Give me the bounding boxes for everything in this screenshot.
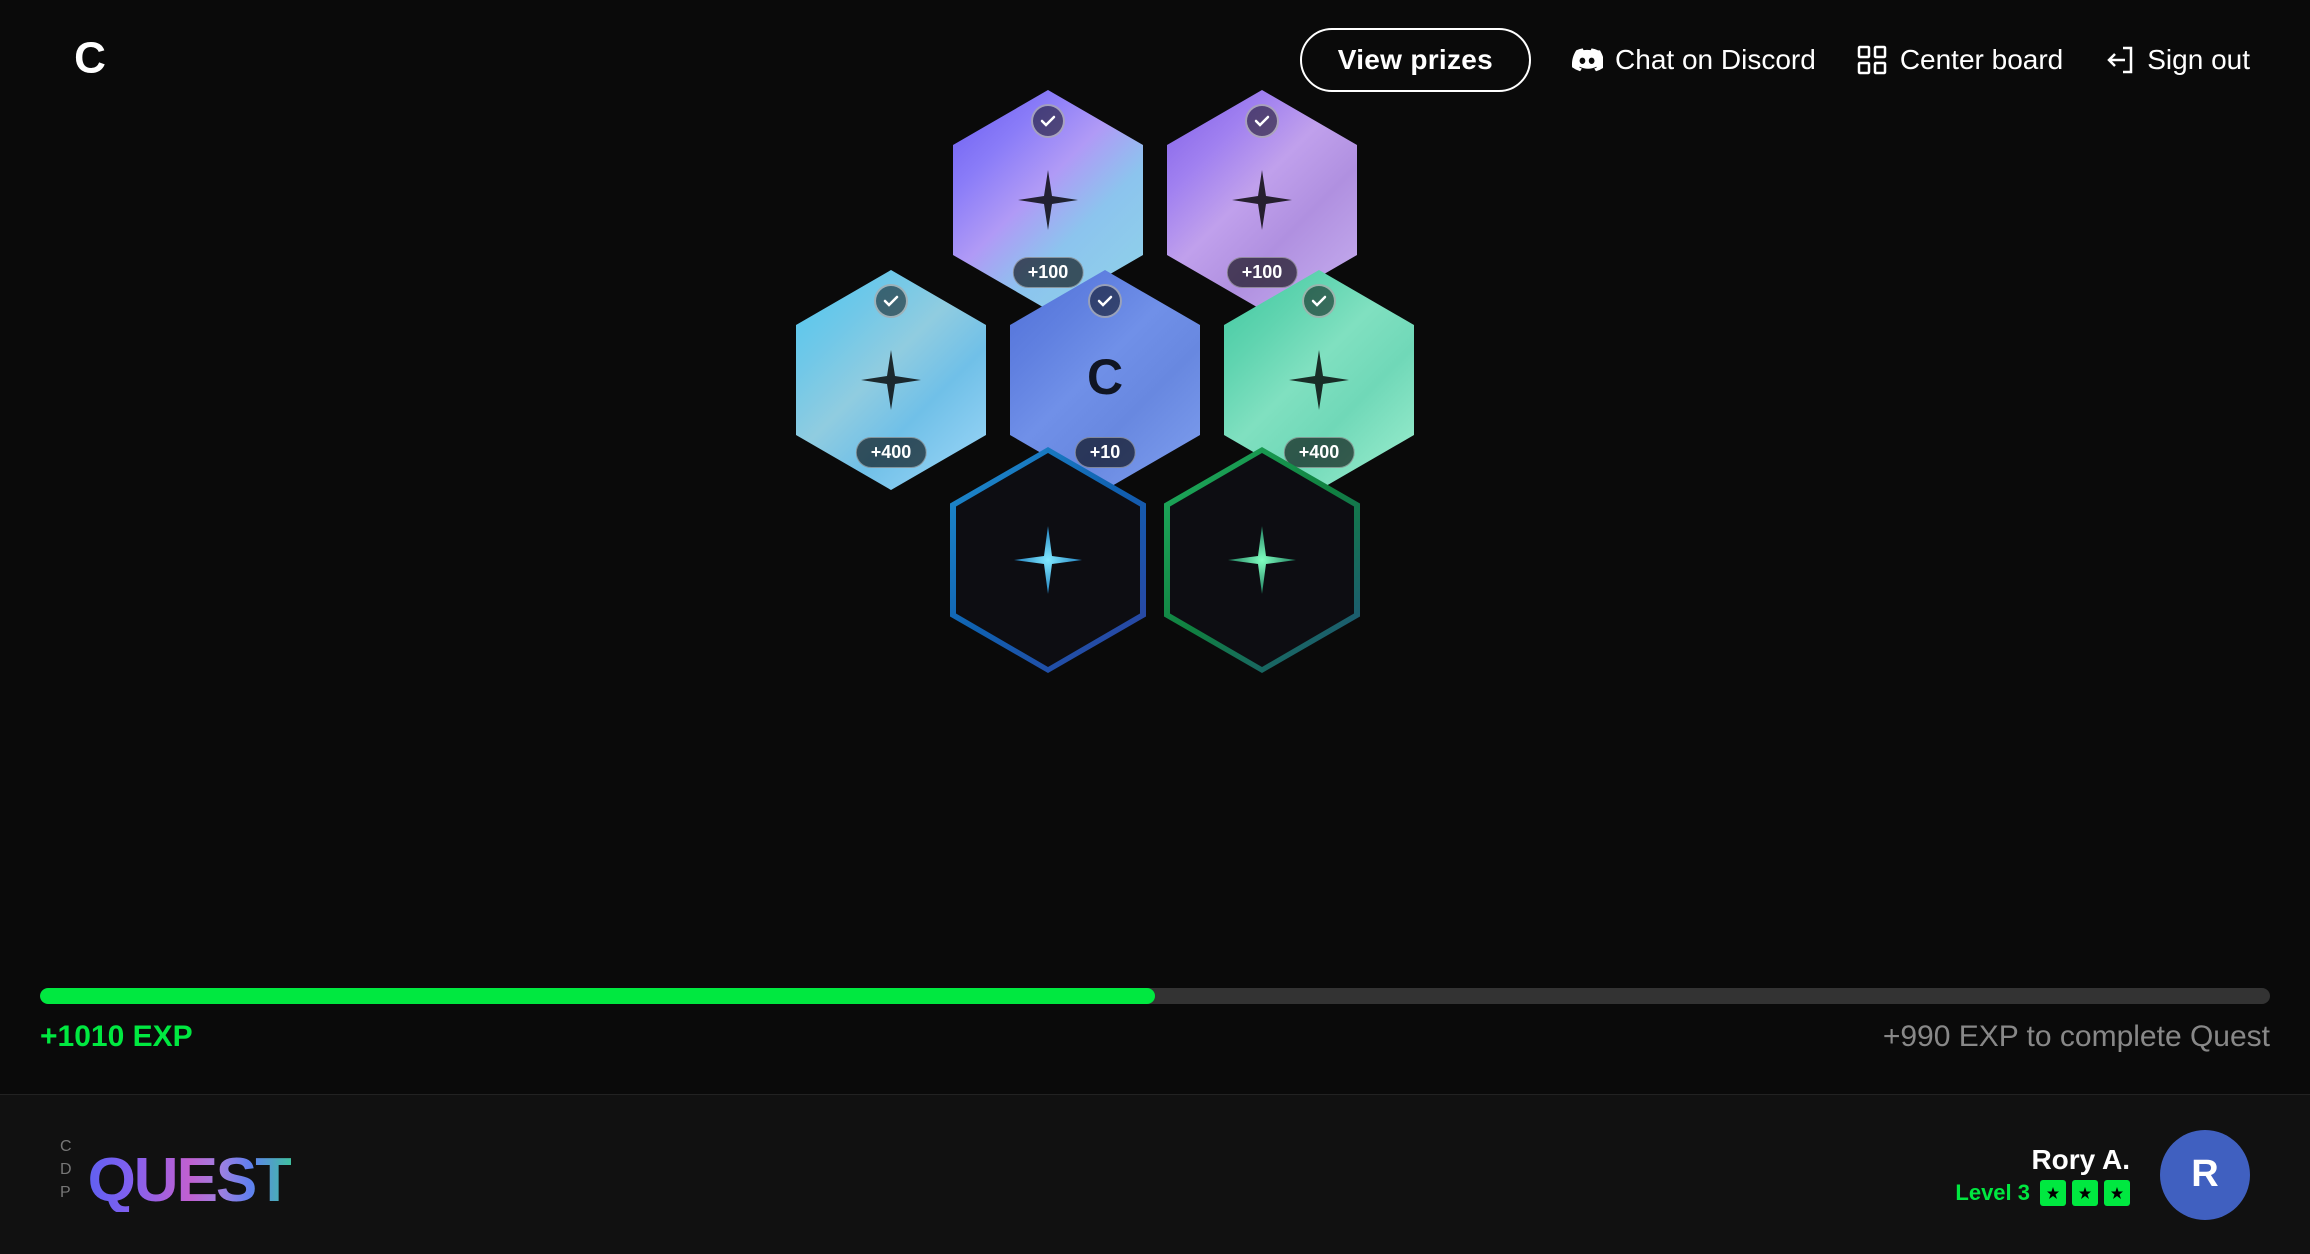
hex-3-star xyxy=(856,345,926,415)
sign-out-link[interactable]: Sign out xyxy=(2103,44,2250,76)
hex-3-badge: +400 xyxy=(856,437,927,468)
user-level-text: Level 3 xyxy=(1955,1180,2030,1206)
sign-out-icon xyxy=(2103,44,2135,76)
hex-4-logo: C xyxy=(1070,343,1140,418)
progress-section: +1010 EXP +990 EXP to complete Quest xyxy=(40,988,2270,1054)
bottom-bar: C D P QUEST Rory A. Level 3 xyxy=(0,1094,2310,1254)
center-board-label: Center board xyxy=(1900,44,2063,76)
level-star-1 xyxy=(2040,1180,2066,1206)
logo: C xyxy=(60,30,120,90)
user-name: Rory A. xyxy=(1955,1144,2130,1176)
discord-icon xyxy=(1571,44,1603,76)
center-board-link[interactable]: Center board xyxy=(1856,44,2063,76)
user-info: Rory A. Level 3 xyxy=(1955,1144,2130,1206)
exp-remaining: +990 EXP to complete Quest xyxy=(1883,1020,2270,1054)
hex-7-star xyxy=(1222,520,1302,600)
hex-1-star xyxy=(1013,165,1083,235)
hex-6-dark[interactable] xyxy=(953,450,1143,670)
svg-text:C: C xyxy=(74,34,106,83)
sign-out-label: Sign out xyxy=(2147,44,2250,76)
cdp-p: P xyxy=(60,1183,72,1204)
hex-6-star xyxy=(1008,520,1088,600)
exp-gained: +1010 EXP xyxy=(40,1020,193,1054)
header-right: View prizes Chat on Discord Center board… xyxy=(1300,28,2250,92)
discord-link[interactable]: Chat on Discord xyxy=(1571,44,1816,76)
cdp-quest-logo: C D P QUEST xyxy=(60,1137,291,1211)
hex-4-check xyxy=(1088,284,1122,318)
user-avatar: R xyxy=(2160,1130,2250,1220)
user-level-row: Level 3 xyxy=(1955,1180,2130,1206)
cdp-c: C xyxy=(60,1137,72,1158)
hex-3-check xyxy=(874,284,908,318)
progress-bar-container xyxy=(40,988,2270,1004)
hex-7-dark[interactable] xyxy=(1167,450,1357,670)
progress-labels: +1010 EXP +990 EXP to complete Quest xyxy=(40,1020,2270,1054)
level-stars xyxy=(2040,1180,2130,1206)
center-board-icon xyxy=(1856,44,1888,76)
hex-2-star xyxy=(1227,165,1297,235)
hex-board: +100 +100 xyxy=(890,90,1420,670)
progress-bar-fill xyxy=(40,988,1155,1004)
discord-label: Chat on Discord xyxy=(1615,44,1816,76)
quest-logo-text: QUEST xyxy=(88,1150,292,1212)
level-star-2 xyxy=(2072,1180,2098,1206)
svg-text:C: C xyxy=(1087,349,1123,405)
cdp-d: D xyxy=(60,1160,72,1181)
view-prizes-button[interactable]: View prizes xyxy=(1300,28,1531,92)
hex-5-check xyxy=(1302,284,1336,318)
level-star-3 xyxy=(2104,1180,2130,1206)
bottom-right: Rory A. Level 3 R xyxy=(1955,1130,2250,1220)
header: C View prizes Chat on Discord Center boa… xyxy=(0,0,2310,120)
hex-5-star xyxy=(1284,345,1354,415)
